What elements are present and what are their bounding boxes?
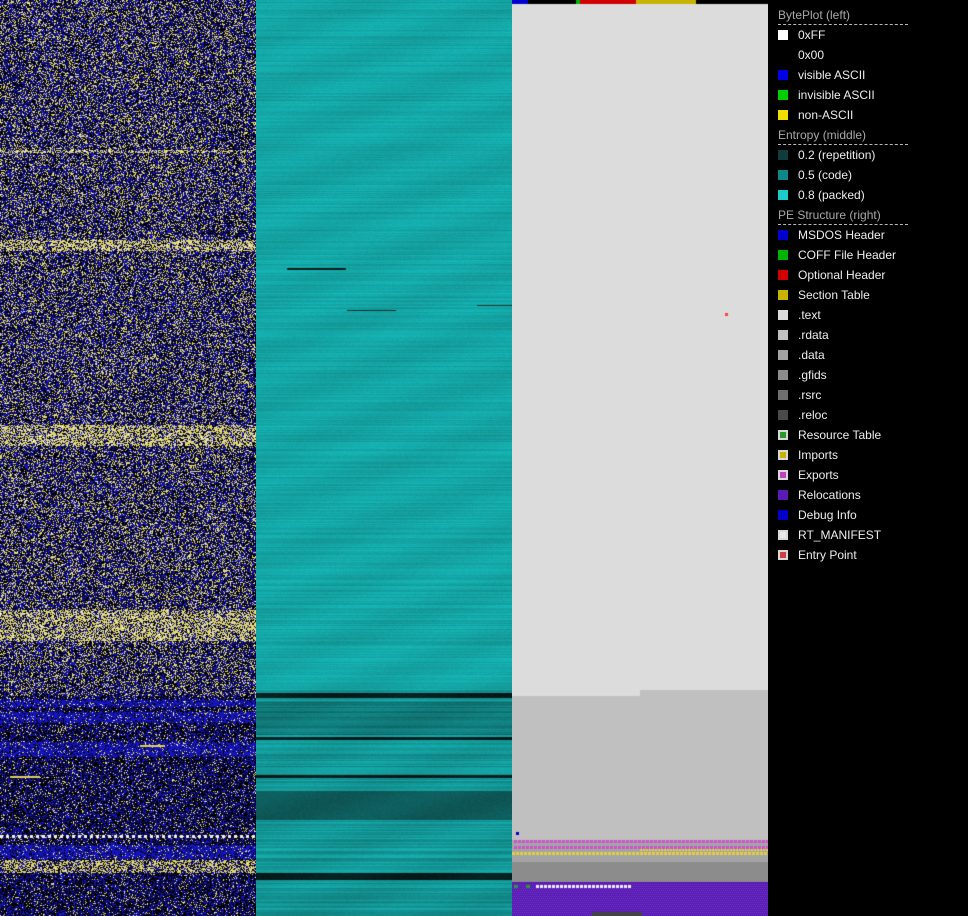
legend-item-label: COFF File Header <box>798 248 897 262</box>
legend-panel: BytePlot (left) 0xFF 0x00 visible ASCII invi… <box>768 0 968 916</box>
white-swatch <box>778 30 788 40</box>
green-swatch <box>778 250 788 260</box>
outlined-magenta-swatch <box>778 470 788 480</box>
legend-item-label: 0xFF <box>798 28 826 42</box>
gray-swatch <box>778 370 788 380</box>
legend-item-label: .gfids <box>798 368 827 382</box>
blue-swatch <box>778 510 788 520</box>
purple-swatch <box>778 490 788 500</box>
legend-item-label: 0.2 (repetition) <box>798 148 876 162</box>
byteplot-canvas <box>0 0 256 916</box>
legend-item-label: 0.5 (code) <box>798 168 853 182</box>
pe-structure-canvas <box>512 0 768 916</box>
legend-item-label: MSDOS Header <box>798 228 885 242</box>
legend-item-label: non-ASCII <box>798 108 854 122</box>
legend-item-label: .rsrc <box>798 388 822 402</box>
yellow-swatch <box>778 110 788 120</box>
legend-item-label: Section Table <box>798 288 870 302</box>
byteplot-panel <box>0 0 256 916</box>
legend-item-label: Optional Header <box>798 268 886 282</box>
light-gray-swatch <box>778 310 788 320</box>
outlined-green-swatch <box>778 430 788 440</box>
blue-swatch <box>778 230 788 240</box>
entropy-canvas <box>256 0 512 916</box>
legend-item-label: 0x00 <box>798 48 825 62</box>
legend-item-label: Resource Table <box>798 428 882 442</box>
gray-swatch <box>778 330 788 340</box>
legend-item-label: Entry Point <box>798 548 857 562</box>
black-swatch <box>778 50 788 60</box>
blue-swatch <box>778 70 788 80</box>
legend-item-label: Relocations <box>798 488 861 502</box>
olive-swatch <box>778 290 788 300</box>
dark-gray-swatch <box>778 390 788 400</box>
dark-gray-swatch <box>778 410 788 420</box>
legend-item-label: invisible ASCII <box>798 88 875 102</box>
outlined-white-swatch <box>778 530 788 540</box>
legend-item-label: RT_MANIFEST <box>798 528 882 542</box>
gray-swatch <box>778 350 788 360</box>
outlined-yellow-swatch <box>778 450 788 460</box>
legend-item-label: Debug Info <box>798 508 857 522</box>
dark-teal-swatch <box>778 150 788 160</box>
outlined-red-swatch <box>778 550 788 560</box>
legend-item-label: .text <box>798 308 821 322</box>
byteplot-legend-title: BytePlot (left) <box>778 8 908 25</box>
legend-item-label: .reloc <box>798 408 828 422</box>
legend-item-label: 0.8 (packed) <box>798 188 865 202</box>
legend-item-label: .data <box>798 348 825 362</box>
cyan-swatch <box>778 190 788 200</box>
legend-item-label: Imports <box>798 448 839 462</box>
legend-item-label: .rdata <box>798 328 829 342</box>
pe-structure-panel <box>512 0 768 916</box>
legend-item-label: visible ASCII <box>798 68 866 82</box>
entropy-legend-title: Entropy (middle) <box>778 128 908 145</box>
pe-legend-title: PE Structure (right) <box>778 208 908 225</box>
legend-item-label: Exports <box>798 468 839 482</box>
green-swatch <box>778 90 788 100</box>
teal-swatch <box>778 170 788 180</box>
red-swatch <box>778 270 788 280</box>
entropy-panel <box>256 0 512 916</box>
